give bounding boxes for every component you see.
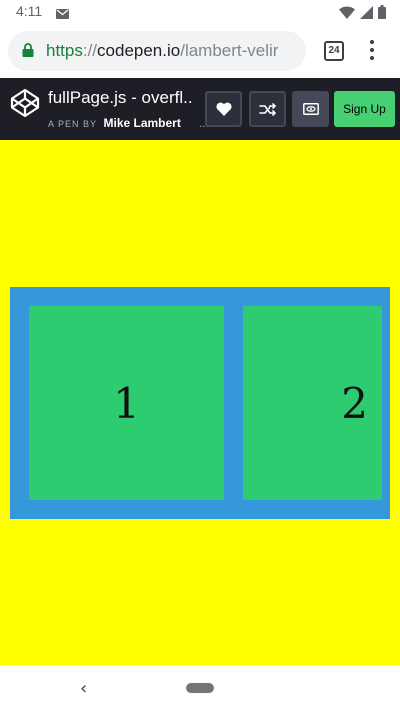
url-separator: ://	[82, 41, 98, 60]
slide-1-label: 1	[113, 378, 140, 428]
love-button[interactable]	[205, 91, 242, 127]
pen-by-label: A PEN BY	[48, 119, 98, 129]
fork-icon	[258, 103, 276, 116]
url-scheme: https	[46, 41, 83, 60]
lock-icon	[22, 43, 34, 62]
url-text[interactable]: https://codepen.io/lambert-velir	[46, 41, 278, 61]
battery-icon	[378, 5, 386, 24]
slide-2[interactable]: 2	[243, 306, 382, 500]
address-bar[interactable]: https://codepen.io/lambert-velir	[8, 31, 306, 71]
codepen-logo-icon[interactable]	[9, 87, 41, 124]
pen-meta: A PEN BY Mike Lambert ...	[48, 114, 208, 132]
codepen-header: fullPage.js - overfl... A PEN BY Mike La…	[0, 78, 400, 140]
status-time: 4:11	[16, 3, 43, 19]
browser-menu-icon[interactable]	[364, 40, 380, 62]
signal-icon	[360, 5, 373, 24]
browser-toolbar: https://codepen.io/lambert-velir 24	[0, 24, 400, 78]
pen-preview[interactable]: 1 2	[0, 140, 400, 665]
tab-switcher-button[interactable]: 24	[324, 41, 344, 61]
status-bar: 4:11	[0, 0, 400, 24]
wifi-icon	[339, 5, 355, 24]
author-link[interactable]: Mike Lambert	[103, 116, 180, 130]
sign-up-button[interactable]: Sign Up	[334, 91, 395, 127]
heart-icon	[215, 102, 232, 116]
system-nav-bar: ‹	[0, 665, 400, 711]
url-host: codepen.io	[97, 41, 181, 60]
fork-button[interactable]	[249, 91, 286, 127]
slides-container: 1 2	[10, 287, 390, 519]
back-icon[interactable]: ‹	[80, 678, 87, 699]
pen-title: fullPage.js - overfl...	[48, 88, 193, 107]
gmail-icon	[56, 6, 69, 24]
eye-icon	[302, 103, 319, 115]
home-pill-icon[interactable]	[186, 683, 214, 693]
slide-1[interactable]: 1	[29, 306, 224, 500]
change-view-button[interactable]	[292, 91, 329, 127]
slide-2-label: 2	[341, 378, 368, 428]
url-path: /lambert-velir	[180, 41, 279, 60]
